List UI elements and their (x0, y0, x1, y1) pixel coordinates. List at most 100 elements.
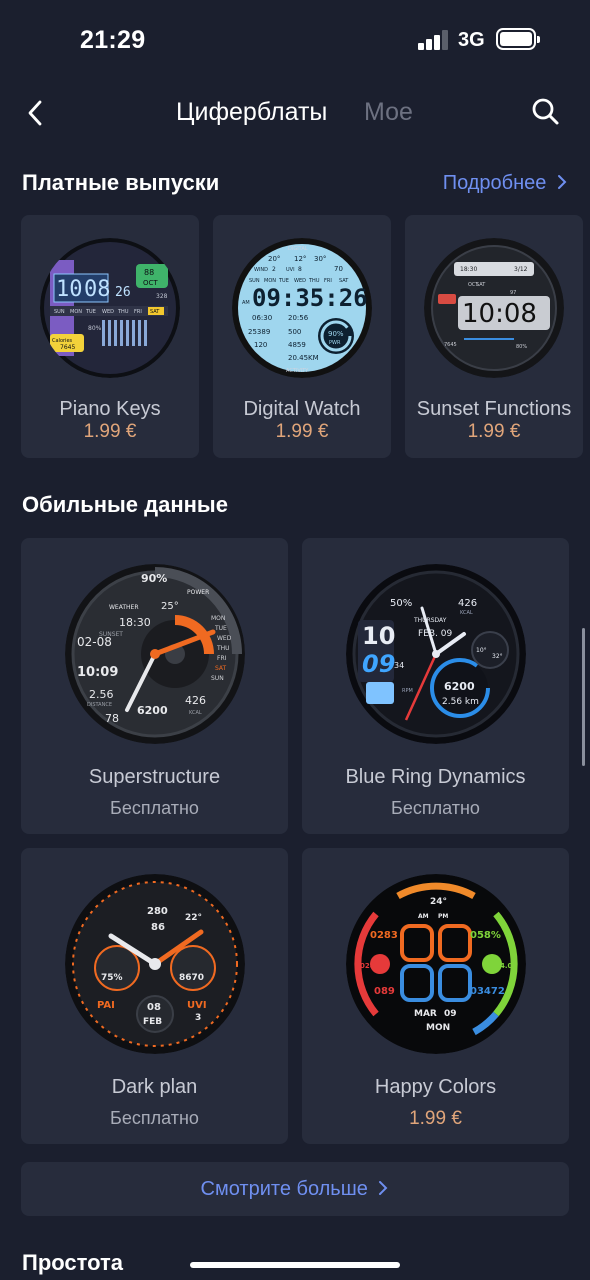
face-distance: 20.45KM (288, 354, 319, 362)
watchface-card[interactable]: 24° AM PM 0283 058% 028 4.03 089 03472 M… (302, 848, 569, 1144)
face-weekday: FRI (134, 309, 142, 315)
face-drops: 4859 (288, 341, 306, 349)
face-date: 02-08 (77, 635, 112, 649)
face-temp: 24° (430, 897, 447, 907)
search-button[interactable] (528, 94, 564, 130)
watchface-card[interactable]: 280 86 22° 75% 8670 PAI UVI 08 FEB 3 Dar… (21, 848, 288, 1144)
face-power-label: PWR (329, 340, 341, 346)
face-battery: 90% (141, 572, 167, 585)
face-date: FEB. 09 (418, 629, 452, 639)
face-second: 34 (394, 661, 404, 670)
face-steps: 8670 (179, 973, 204, 983)
face-steps: 03472 (470, 986, 505, 997)
more-link[interactable]: Подробнее (443, 172, 568, 195)
face-sunset-time: 18:30 (119, 616, 151, 629)
face-day: 08 (147, 1002, 161, 1013)
face-distance: 4.03 (500, 962, 517, 970)
face-weekday: THU (216, 645, 230, 652)
face-uvi-label: UVI (286, 267, 295, 273)
face-sunset: 20:56 (288, 314, 309, 322)
face-date: 3/12 (514, 266, 528, 273)
face-weekday: FRI (217, 655, 227, 662)
face-month: SAT (476, 282, 486, 288)
watchface-name: Blue Ring Dynamics (345, 766, 526, 788)
watchface-card[interactable]: 90% POWER WEATHER 25° 18:30 SUNSET 02-08… (21, 538, 288, 834)
face-weekday: MON (426, 1023, 450, 1033)
watchface-preview: 50% 426 KCAL THURSDAY 10 09 34 FEB. 09 1… (346, 564, 526, 744)
face-steps: 7645 (444, 342, 457, 348)
face-kcal-label: KCAL (460, 610, 473, 616)
section-title-paid: Платные выпуски (22, 170, 220, 195)
face-uvi: 8 (298, 266, 302, 273)
face-steps: 6200 (137, 704, 168, 717)
watchface-card[interactable]: 50% 426 KCAL THURSDAY 10 09 34 FEB. 09 1… (302, 538, 569, 834)
face-month: FEB (143, 1017, 162, 1027)
face-weekday-active: SAT (150, 309, 160, 315)
face-weekday: TUE (85, 309, 96, 315)
watchface-name: Dark plan (111, 1076, 198, 1098)
face-temp-min: 10° (476, 647, 487, 654)
face-kcal: 426 (458, 598, 477, 609)
watchface-preview: 90% POWER WEATHER 25° 18:30 SUNSET 02-08… (65, 564, 245, 744)
see-more-button[interactable]: Смотрите больше (21, 1162, 569, 1216)
face-temp-max: 30° (314, 255, 326, 263)
face-second: 26 (115, 285, 131, 300)
face-kcal: 280 (147, 906, 168, 917)
watchface-card[interactable]: DIGITAL 20° 12° 30° WIND 2 UVI 8 70 SUN … (213, 215, 391, 458)
face-sunrise: 06:30 (252, 314, 272, 322)
tab-mine[interactable]: Мое (364, 98, 413, 127)
face-day: 88 (144, 268, 154, 277)
watchface-preview: 24° AM PM 0283 058% 028 4.03 089 03472 M… (346, 874, 526, 1054)
face-power: 90% (328, 330, 344, 338)
face-steps: 6200 (444, 680, 475, 693)
face-uvi: 3 (195, 1013, 201, 1023)
face-kcal: 500 (288, 328, 301, 336)
watchface-name: Superstructure (88, 766, 221, 788)
face-heart: 78 (105, 712, 119, 725)
face-humidity: 70 (334, 265, 343, 273)
face-steps: 25389 (248, 328, 270, 336)
watchface-card[interactable]: 18:30 3/12 OCT SAT 97 10:08 7645 80% Sun… (405, 215, 583, 458)
face-time: 10:09 (77, 665, 118, 680)
chevron-right-icon (558, 175, 567, 189)
face-weekday: MON (211, 615, 225, 622)
face-time: 09:35:26 (252, 284, 368, 312)
face-hour: 10 (56, 277, 83, 302)
face-temp: 20° (268, 255, 280, 263)
face-wind: 2 (272, 266, 276, 273)
face-weekday: TUE (214, 625, 227, 632)
face-minute: 08 (84, 277, 111, 302)
face-pm: PM (438, 913, 448, 920)
network-type: 3G (458, 29, 485, 51)
watchface-preview: 10 08 26 88 OCT 328 SUN MON TUE WED THU … (40, 238, 180, 378)
face-weekday: SUN (211, 675, 224, 682)
face-kcal: 0283 (370, 930, 398, 941)
watchface-price: Бесплатно (110, 798, 199, 818)
section-title-simplicity: Простота (22, 1250, 124, 1275)
face-weather-label: WEATHER (109, 604, 139, 611)
face-power-label: POWER (187, 589, 209, 596)
watchface-price: Бесплатно (391, 798, 480, 818)
chevron-left-icon (28, 100, 42, 126)
face-heart: 089 (374, 986, 395, 997)
watchface-name: Piano Keys (59, 398, 161, 420)
battery-icon (496, 28, 540, 50)
face-temp: 22° (185, 913, 202, 923)
back-button[interactable] (20, 96, 54, 130)
status-bar: 21:29 3G (0, 0, 590, 80)
watchface-name: Sunset Functions (416, 398, 572, 420)
face-minute: 09 (362, 650, 395, 678)
face-weekday: MON (70, 309, 82, 315)
home-indicator[interactable] (190, 1262, 400, 1268)
face-activity: ACTIVITY (286, 368, 309, 374)
more-link-label: Подробнее (442, 172, 547, 194)
face-distance: 2.56 (89, 688, 114, 701)
face-month: MAR (414, 1009, 437, 1019)
watchface-card[interactable]: 10 08 26 88 OCT 328 SUN MON TUE WED THU … (21, 215, 199, 458)
watchface-preview: DIGITAL 20° 12° 30° WIND 2 UVI 8 70 SUN … (232, 238, 372, 378)
face-weekday: WED (102, 309, 114, 315)
tab-watch-faces[interactable]: Циферблаты (176, 98, 327, 127)
face-calories: 7645 (60, 344, 75, 351)
face-pai-label: PAI (97, 1000, 115, 1011)
scrollbar[interactable] (582, 628, 585, 766)
